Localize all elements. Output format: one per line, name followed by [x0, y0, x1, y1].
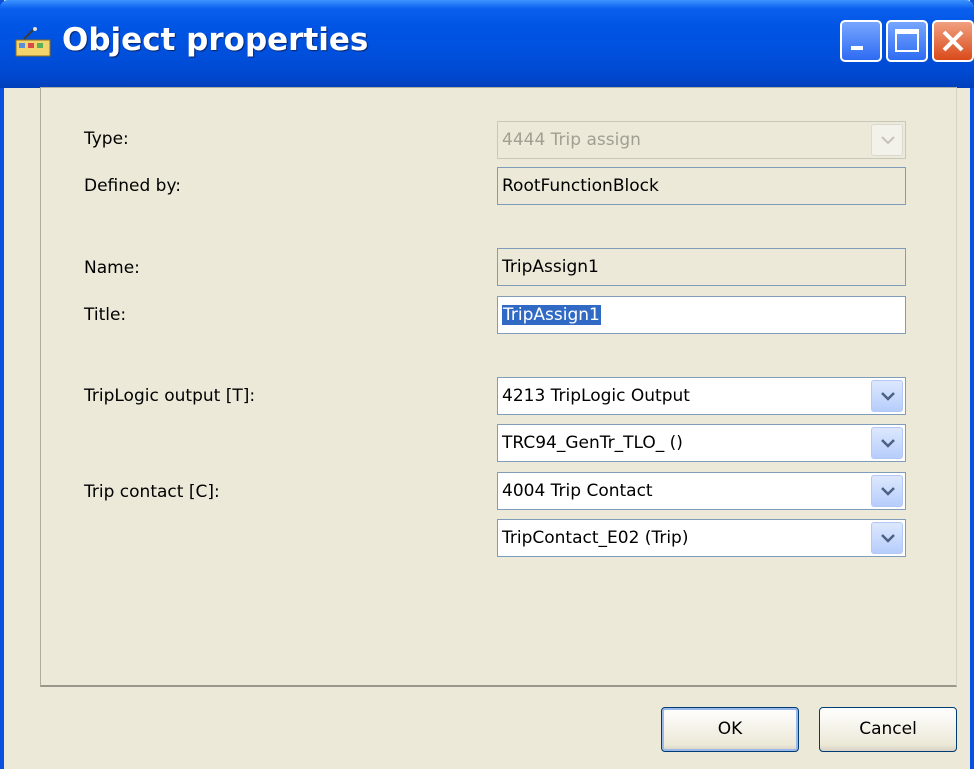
- defined-by-field: RootFunctionBlock: [497, 167, 906, 205]
- ok-button[interactable]: OK: [661, 707, 799, 752]
- chevron-down-icon: [881, 136, 895, 145]
- minimize-icon: [851, 46, 863, 50]
- triplogic-output-label: TripLogic output [T]:: [84, 386, 256, 406]
- type-combobox: 4444 Trip assign: [497, 121, 906, 159]
- close-button[interactable]: [932, 20, 974, 62]
- trip-contact-type-dropdown-button[interactable]: [871, 475, 903, 507]
- object-properties-icon: [14, 26, 54, 58]
- object-properties-dialog: Object properties Type: 4444 Trip assign: [0, 0, 974, 769]
- triplogic-output-type-combobox[interactable]: 4213 TripLogic Output: [497, 377, 906, 415]
- title-value: TripAssign1: [502, 305, 601, 325]
- maximize-icon: [895, 29, 919, 52]
- type-value: 4444 Trip assign: [502, 130, 641, 150]
- trip-contact-instance-dropdown-button[interactable]: [871, 522, 903, 554]
- title-label: Title:: [84, 305, 127, 325]
- minimize-button[interactable]: [840, 20, 882, 62]
- cancel-button[interactable]: Cancel: [819, 707, 957, 752]
- title-bar[interactable]: Object properties: [0, 0, 974, 88]
- defined-by-label: Defined by:: [84, 176, 182, 196]
- triplogic-output-instance-dropdown-button[interactable]: [871, 427, 903, 459]
- chevron-down-icon: [881, 487, 895, 496]
- trip-contact-instance-combobox[interactable]: TripContact_E02 (Trip): [497, 519, 906, 557]
- triplogic-output-instance-value: TRC94_GenTr_TLO_ (): [502, 433, 683, 453]
- triplogic-output-type-dropdown-button[interactable]: [871, 380, 903, 412]
- close-icon: [942, 30, 964, 52]
- chevron-down-icon: [881, 534, 895, 543]
- name-value: TripAssign1: [502, 257, 599, 277]
- trip-contact-label: Trip contact [C]:: [84, 482, 220, 502]
- type-label: Type:: [84, 129, 129, 149]
- name-field: TripAssign1: [497, 248, 906, 286]
- chevron-down-icon: [881, 392, 895, 401]
- window-title: Object properties: [62, 22, 369, 58]
- triplogic-output-instance-combobox[interactable]: TRC94_GenTr_TLO_ (): [497, 424, 906, 462]
- triplogic-output-type-value: 4213 TripLogic Output: [502, 386, 690, 406]
- type-dropdown-button: [871, 124, 903, 156]
- defined-by-value: RootFunctionBlock: [502, 176, 659, 196]
- trip-contact-type-combobox[interactable]: 4004 Trip Contact: [497, 472, 906, 510]
- title-input[interactable]: TripAssign1: [497, 296, 906, 334]
- maximize-button[interactable]: [886, 20, 928, 62]
- trip-contact-instance-value: TripContact_E02 (Trip): [502, 528, 689, 548]
- name-label: Name:: [84, 258, 140, 278]
- trip-contact-type-value: 4004 Trip Contact: [502, 481, 653, 501]
- chevron-down-icon: [881, 439, 895, 448]
